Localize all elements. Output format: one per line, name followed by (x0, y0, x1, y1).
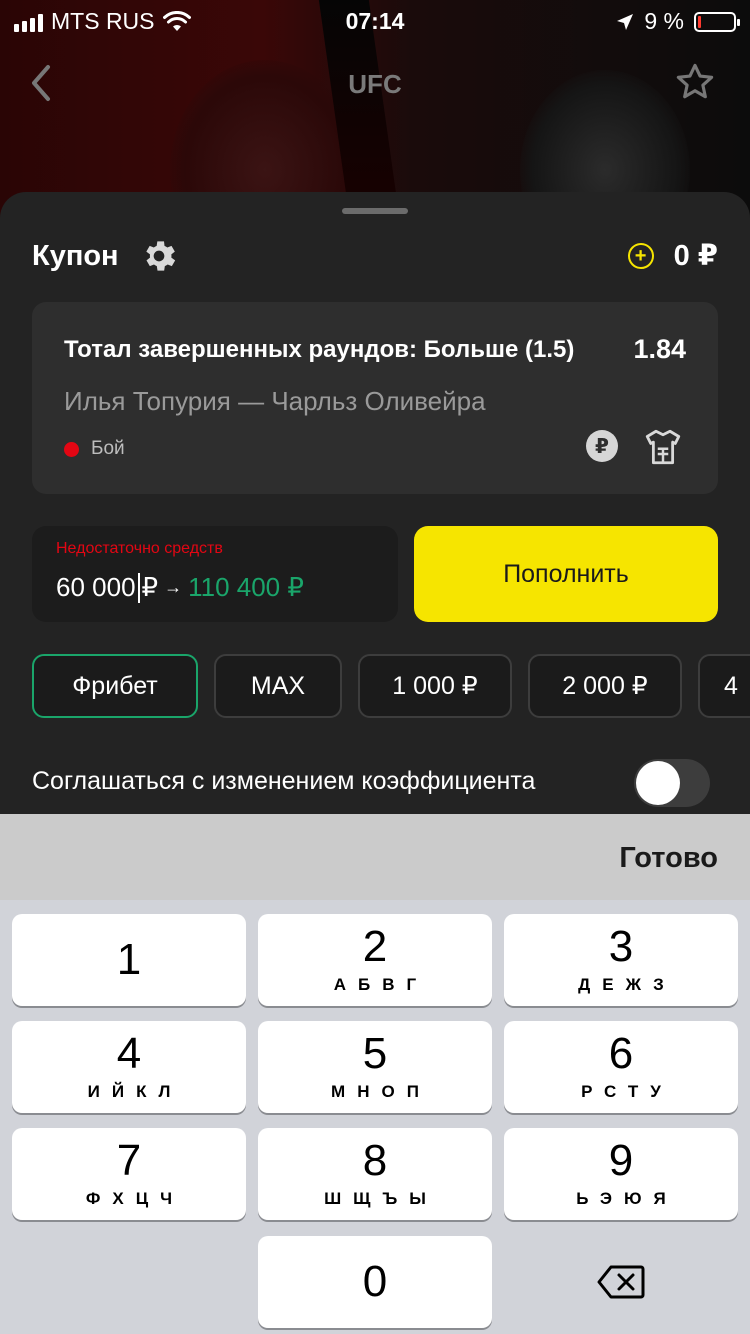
chip-4000[interactable]: 4 (698, 654, 750, 718)
battery-percent: 9 % (644, 8, 684, 34)
chip-2000[interactable]: 2 000 ₽ (528, 654, 682, 718)
stake-line: 60 000 ₽ → 110 400 ₽ (56, 572, 304, 603)
key-5[interactable]: 5 МНОП (258, 1021, 492, 1113)
sheet-grabber[interactable] (342, 208, 408, 214)
stake-error: Недостаточно средств (56, 540, 223, 557)
coupon-header: Купон (32, 236, 179, 276)
key-2[interactable]: 2 АБВГ (258, 914, 492, 1006)
battery-icon (694, 11, 740, 32)
key-1[interactable]: 1 (12, 914, 246, 1006)
coupon-title: Купон (32, 239, 119, 272)
key-3[interactable]: 3 ДЕЖЗ (504, 914, 738, 1006)
live-dot-icon (64, 441, 79, 457)
add-funds-icon[interactable]: + (627, 242, 654, 269)
stake-input[interactable]: Недостаточно средств 60 000 ₽ → 110 400 … (32, 526, 398, 622)
shirt-icon[interactable] (642, 426, 684, 468)
text-caret (137, 572, 140, 603)
arrow-right-icon: → (164, 577, 183, 597)
status-right: 9 % (616, 8, 740, 35)
chip-max[interactable]: MAX (214, 654, 342, 718)
bet-card[interactable]: Тотал завершенных раундов: Больше (1.5) … (32, 302, 718, 494)
ruble-icon: ₽ (586, 430, 618, 462)
topup-button[interactable]: Пополнить (414, 526, 718, 622)
bet-status-label: Бой (91, 438, 125, 459)
accept-odds-label: Соглашаться с изменением коэффициента (32, 767, 536, 795)
location-arrow-icon (617, 13, 634, 30)
stake-currency: ₽ (141, 572, 159, 602)
gear-icon[interactable] (139, 236, 179, 276)
balance-area: + 0 ₽ (627, 238, 718, 273)
bet-event: Илья Топурия — Чарльз Оливейра (64, 386, 486, 416)
key-0[interactable]: 0 (258, 1236, 492, 1328)
done-button[interactable]: Готово (619, 842, 718, 875)
numeric-keypad: 1 2 АБВГ 3 ДЕЖЗ 4 ИЙКЛ 5 МНОП 6 РСТУ 7 Ф… (0, 900, 750, 1334)
coupon-sheet: Купон + 0 ₽ Тотал завершенных раундов: Б… (0, 192, 750, 832)
bet-odds: 1.84 (633, 334, 686, 364)
backspace-icon (597, 1265, 645, 1299)
key-6[interactable]: 6 РСТУ (504, 1021, 738, 1113)
chip-1000[interactable]: 1 000 ₽ (358, 654, 512, 718)
balance-value: 0 ₽ (673, 240, 718, 272)
key-9[interactable]: 9 ЬЭЮЯ (504, 1128, 738, 1220)
accept-odds-toggle[interactable] (634, 759, 710, 807)
key-4[interactable]: 4 ИЙКЛ (12, 1021, 246, 1113)
chip-freebet[interactable]: Фрибет (32, 654, 198, 718)
favorite-button[interactable] (674, 61, 716, 113)
bet-status: Бой (64, 438, 125, 460)
key-8[interactable]: 8 ШЩЪЫ (258, 1128, 492, 1220)
bet-market: Тотал завершенных раундов: Больше (1.5) (64, 336, 575, 363)
keyboard-toolbar: Готово (0, 814, 750, 900)
status-bar: MTS RUS 07:14 9 % (0, 0, 750, 42)
star-icon (676, 63, 714, 99)
key-7[interactable]: 7 ФХЦЧ (12, 1128, 246, 1220)
potential-win: 110 400 ₽ (188, 572, 304, 602)
stake-value: 60 000 (56, 572, 136, 602)
navigation-bar: UFC (0, 55, 750, 115)
accept-odds-row: Соглашаться с изменением коэффициента (32, 757, 718, 809)
page-title: UFC (348, 69, 402, 99)
quick-amounts: Фрибет MAX 1 000 ₽ 2 000 ₽ 4 (32, 654, 750, 718)
backspace-key[interactable] (504, 1236, 738, 1328)
